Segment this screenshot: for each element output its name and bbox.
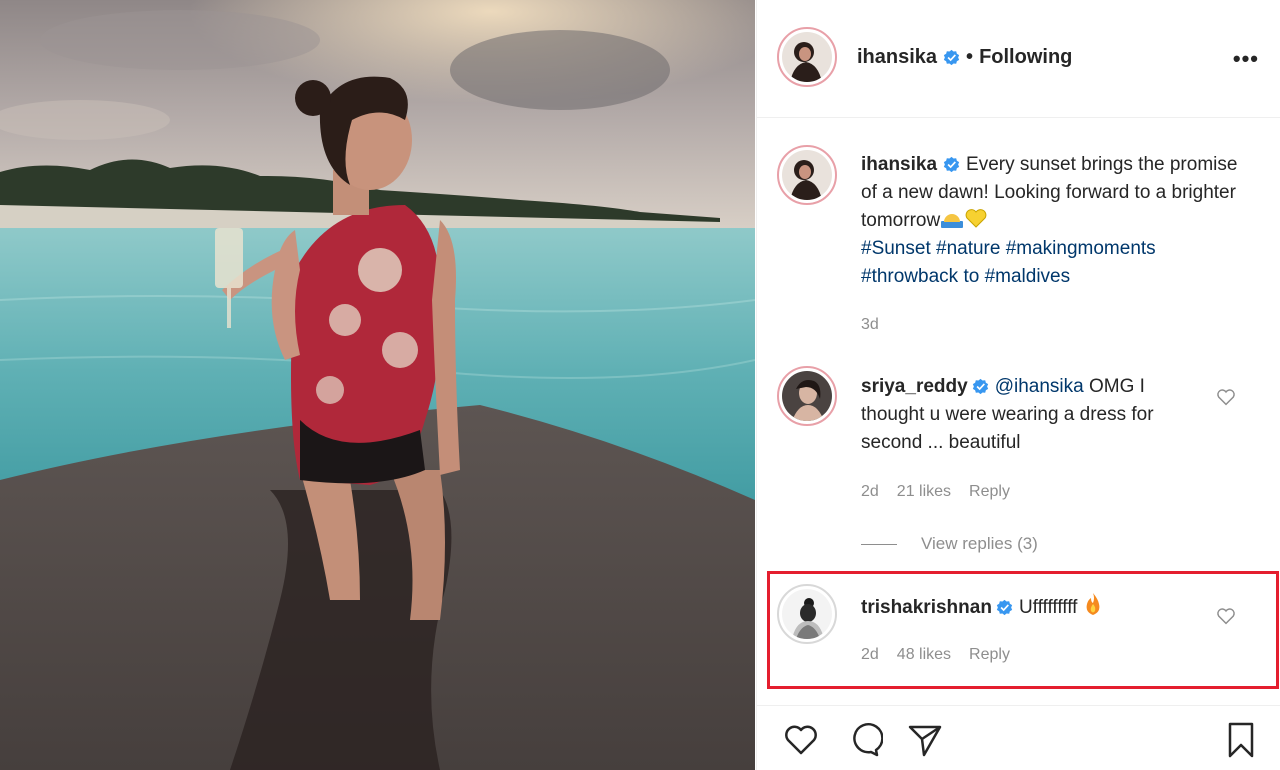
comment-avatar[interactable] xyxy=(777,366,837,426)
comment-mention[interactable]: @ihansika xyxy=(995,376,1084,397)
post-photo-illustration xyxy=(0,0,755,770)
verified-badge-icon xyxy=(996,600,1013,616)
caption-avatar[interactable] xyxy=(777,145,837,205)
post-caption: ihansika Every sunset brings the promise … xyxy=(861,151,1241,291)
verified-badge-icon xyxy=(972,379,988,395)
caption-avatar-image xyxy=(782,150,832,200)
view-replies-divider xyxy=(861,543,897,545)
verified-badge-icon xyxy=(943,49,960,66)
comment-icon[interactable] xyxy=(843,720,883,760)
post-action-bar xyxy=(757,705,1280,770)
comment-username[interactable]: sriya_reddy xyxy=(861,376,968,397)
comment-timestamp[interactable]: 2d xyxy=(861,483,879,501)
comment-likes-count[interactable]: 48 likes xyxy=(897,646,951,664)
comment-text-block: trishakrishnan Ufffffffff xyxy=(861,592,1103,622)
header-separator: • xyxy=(966,46,974,68)
commenter-avatar-image xyxy=(782,371,832,421)
author-avatar-image xyxy=(782,32,832,82)
fire-emoji-icon xyxy=(1086,593,1100,615)
highlight-annotation-box xyxy=(767,571,1279,689)
reply-button[interactable]: Reply xyxy=(969,646,1010,664)
sunrise-emoji-icon xyxy=(941,214,964,228)
author-username[interactable]: ihansika xyxy=(857,46,937,69)
comment-text: Ufffffffff xyxy=(1018,597,1078,618)
view-replies-button[interactable]: View replies (3) xyxy=(861,534,1038,554)
comment-like-icon[interactable] xyxy=(1215,386,1237,408)
comment-text-block: sriya_reddy @ihansika OMG I thought u wer… xyxy=(861,373,1191,457)
like-icon[interactable] xyxy=(781,720,821,760)
more-options-icon[interactable]: ••• xyxy=(1233,46,1259,72)
commenter-avatar-image xyxy=(782,589,832,639)
save-icon[interactable] xyxy=(1221,720,1261,760)
caption-username[interactable]: ihansika xyxy=(861,154,937,175)
share-icon[interactable] xyxy=(905,720,945,760)
caption-timestamp[interactable]: 3d xyxy=(861,316,879,334)
verified-badge-icon xyxy=(943,157,960,173)
comment-avatar[interactable] xyxy=(777,584,837,644)
comment-like-icon[interactable] xyxy=(1215,605,1237,627)
reply-button[interactable]: Reply xyxy=(969,483,1010,501)
comment-meta: 2d 48 likes Reply xyxy=(861,646,1010,664)
post-detail-panel: ihansika • Following ••• ihansika Every s… xyxy=(756,0,1280,770)
post-header: ihansika • Following ••• xyxy=(757,0,1280,118)
comment-username[interactable]: trishakrishnan xyxy=(861,597,992,618)
post-image[interactable] xyxy=(0,0,755,770)
yellow-heart-emoji-icon xyxy=(965,209,987,228)
comment-meta: 2d 21 likes Reply xyxy=(861,483,1010,501)
author-avatar[interactable] xyxy=(777,27,837,87)
following-button[interactable]: Following xyxy=(979,46,1072,69)
view-replies-label[interactable]: View replies (3) xyxy=(921,534,1038,554)
caption-hashtags[interactable]: #Sunset #nature #makingmoments #throwbac… xyxy=(861,238,1156,287)
comment-likes-count[interactable]: 21 likes xyxy=(897,483,951,501)
comment-timestamp[interactable]: 2d xyxy=(861,646,879,664)
